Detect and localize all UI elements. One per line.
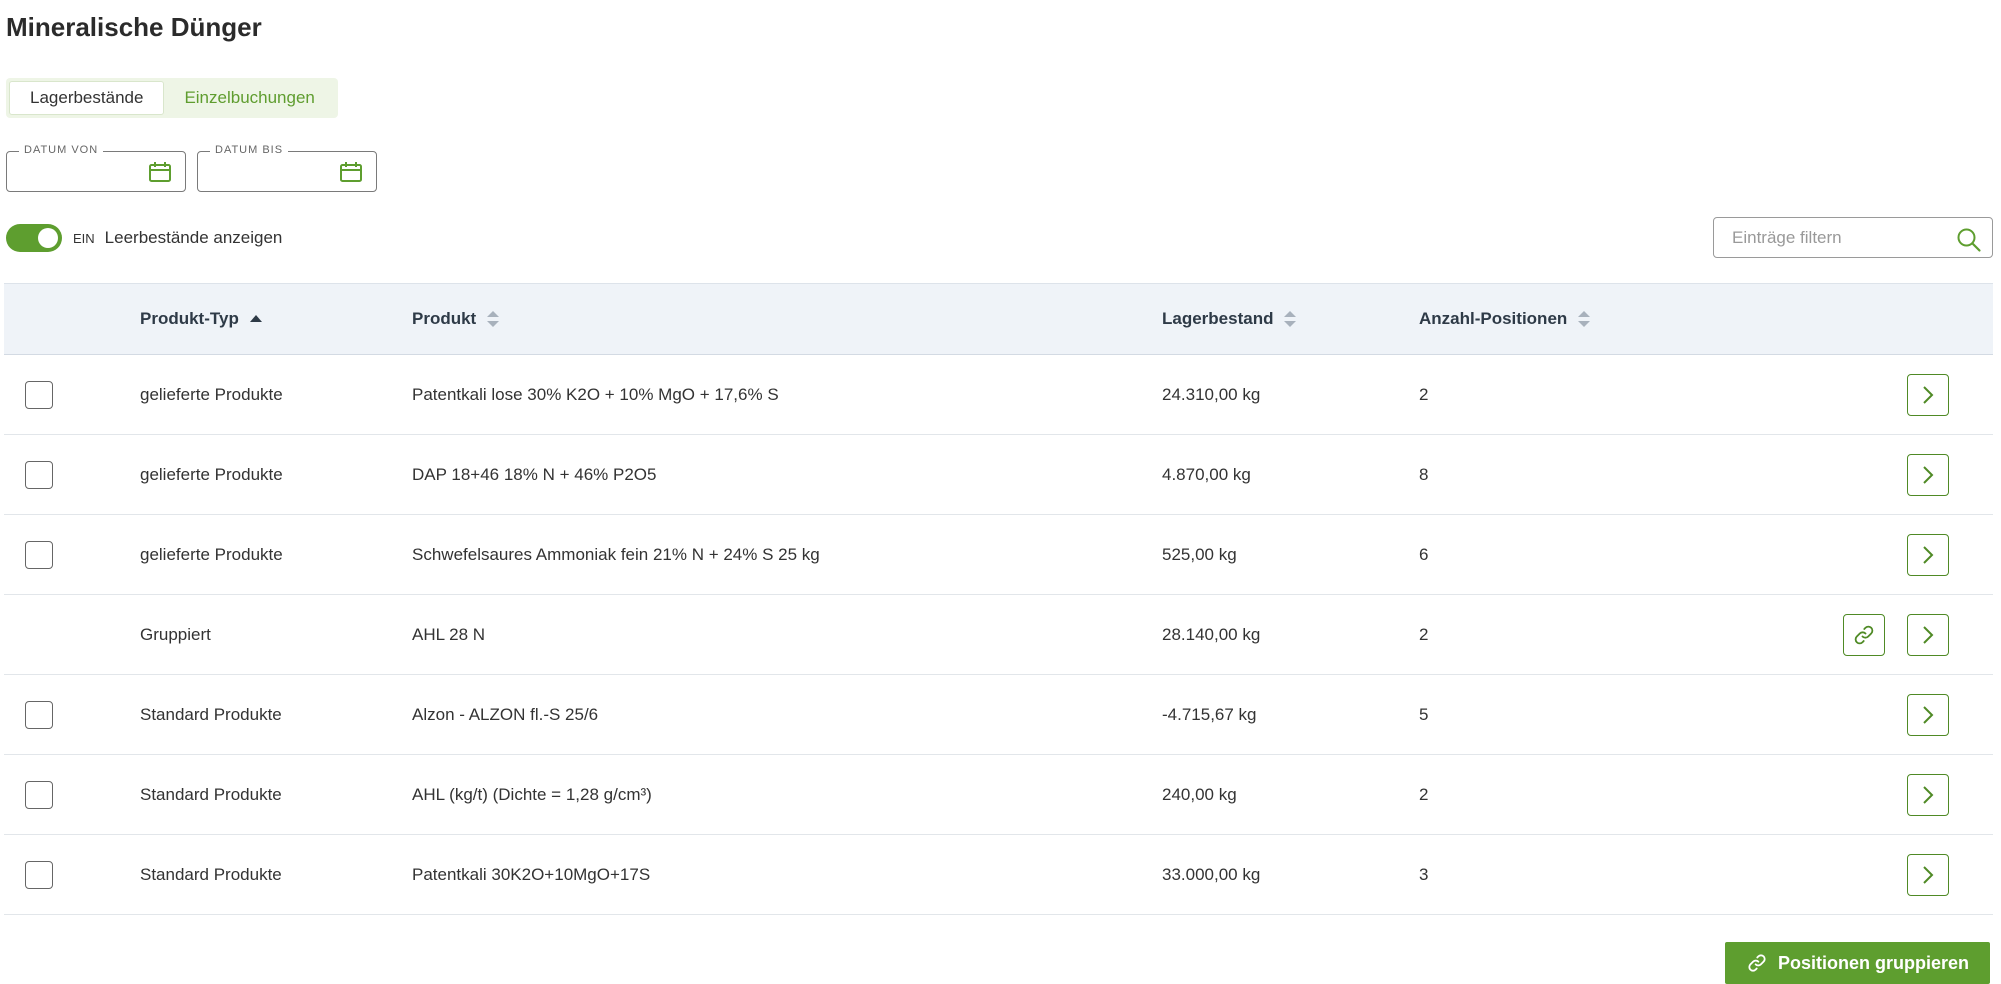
chevron-right-icon	[1923, 866, 1934, 884]
stock-cell: 28.140,00 kg	[1162, 624, 1261, 644]
stock-cell: 240,00 kg	[1162, 784, 1237, 804]
table-row: Standard Produkte Alzon - ALZON fl.-S 25…	[4, 675, 1993, 755]
count-cell: 8	[1419, 464, 1429, 484]
link-icon	[1854, 625, 1874, 645]
stock-table: Produkt-Typ Produkt Lagerbestand Anzahl-…	[4, 283, 1993, 915]
sort-icon	[487, 311, 500, 327]
date-from-label: DATUM VON	[19, 144, 104, 156]
group-positions-button[interactable]: Positionen gruppieren	[1725, 942, 1990, 984]
link-icon	[1748, 954, 1766, 972]
table-row: Standard Produkte AHL (kg/t) (Dichte = 1…	[4, 755, 1993, 835]
open-details-button[interactable]	[1907, 374, 1949, 416]
count-cell: 3	[1419, 864, 1429, 884]
column-label: Lagerbestand	[1162, 309, 1274, 328]
chevron-right-icon	[1923, 546, 1934, 564]
column-header-anzahl-positionen[interactable]: Anzahl-Positionen	[1419, 284, 1591, 354]
product-cell: Patentkali lose 30% K2O + 10% MgO + 17,6…	[412, 384, 779, 404]
view-tabs: Lagerbestände Einzelbuchungen	[6, 78, 338, 118]
count-cell: 5	[1419, 704, 1429, 724]
date-from-field[interactable]: DATUM VON	[6, 144, 186, 192]
open-details-button[interactable]	[1907, 854, 1949, 896]
search-icon[interactable]	[1956, 227, 1982, 258]
row-checkbox[interactable]	[25, 781, 53, 809]
toggle-label: Leerbestände anzeigen	[104, 228, 283, 247]
product-type-cell: gelieferte Produkte	[140, 464, 283, 484]
product-cell: Patentkali 30K2O+10MgO+17S	[412, 864, 651, 884]
product-type-cell: Standard Produkte	[140, 864, 282, 884]
product-cell: DAP 18+46 18% N + 46% P2O5	[412, 464, 657, 484]
empty-stock-toggle[interactable]	[6, 224, 62, 252]
table-row: gelieferte Produkte Schwefelsaures Ammon…	[4, 515, 1993, 595]
stock-cell: 33.000,00 kg	[1162, 864, 1261, 884]
calendar-icon[interactable]	[339, 161, 363, 188]
column-header-produkt[interactable]: Produkt	[412, 284, 500, 354]
open-details-button[interactable]	[1907, 454, 1949, 496]
product-type-cell: gelieferte Produkte	[140, 384, 283, 404]
stock-cell: -4.715,67 kg	[1162, 704, 1257, 724]
page-title: Mineralische Dünger	[6, 12, 262, 42]
product-cell: AHL 28 N	[412, 624, 486, 644]
sort-icon	[1284, 311, 1297, 327]
column-label: Produkt-Typ	[140, 309, 239, 328]
sort-icon	[1578, 311, 1591, 327]
table-row: gelieferte Produkte Patentkali lose 30% …	[4, 355, 1993, 435]
column-header-lagerbestand[interactable]: Lagerbestand	[1162, 284, 1297, 354]
date-to-field[interactable]: DATUM BIS	[197, 144, 377, 192]
open-details-button[interactable]	[1907, 534, 1949, 576]
table-row: gelieferte Produkte DAP 18+46 18% N + 46…	[4, 435, 1993, 515]
group-positions-label: Positionen gruppieren	[1777, 952, 1969, 973]
filter-field	[1713, 217, 1993, 258]
count-cell: 6	[1419, 544, 1429, 564]
open-details-button[interactable]	[1907, 774, 1949, 816]
chevron-right-icon	[1923, 626, 1934, 644]
product-cell: Schwefelsaures Ammoniak fein 21% N + 24%…	[412, 544, 820, 564]
chevron-right-icon	[1923, 386, 1934, 404]
row-checkbox[interactable]	[25, 541, 53, 569]
empty-stock-toggle-row: EIN Leerbestände anzeigen	[6, 224, 282, 252]
row-checkbox[interactable]	[25, 381, 53, 409]
product-type-cell: Gruppiert	[140, 624, 211, 644]
open-details-button[interactable]	[1907, 694, 1949, 736]
date-to-label: DATUM BIS	[210, 144, 289, 156]
product-type-cell: Standard Produkte	[140, 784, 282, 804]
filter-input[interactable]	[1730, 218, 1954, 257]
column-header-produkt-typ[interactable]: Produkt-Typ	[140, 284, 263, 354]
open-details-button[interactable]	[1907, 614, 1949, 656]
stock-cell: 525,00 kg	[1162, 544, 1237, 564]
product-cell: AHL (kg/t) (Dichte = 1,28 g/cm³)	[412, 784, 652, 804]
chevron-right-icon	[1923, 786, 1934, 804]
toggle-state-text: EIN	[73, 230, 95, 246]
column-label: Anzahl-Positionen	[1419, 309, 1568, 328]
stock-cell: 4.870,00 kg	[1162, 464, 1251, 484]
count-cell: 2	[1419, 624, 1429, 644]
ungroup-link-button[interactable]	[1843, 614, 1885, 656]
toggle-knob	[38, 228, 58, 248]
stock-cell: 24.310,00 kg	[1162, 384, 1261, 404]
tab-einzelbuchungen[interactable]: Einzelbuchungen	[164, 81, 334, 115]
row-checkbox[interactable]	[25, 701, 53, 729]
product-type-cell: gelieferte Produkte	[140, 544, 283, 564]
chevron-right-icon	[1923, 706, 1934, 724]
count-cell: 2	[1419, 384, 1429, 404]
row-checkbox[interactable]	[25, 861, 53, 889]
table-row: Standard Produkte Patentkali 30K2O+10MgO…	[4, 835, 1993, 915]
column-label: Produkt	[412, 309, 477, 328]
chevron-right-icon	[1923, 466, 1934, 484]
tab-lagerbestaende[interactable]: Lagerbestände	[9, 81, 165, 115]
sort-asc-icon	[249, 315, 262, 322]
calendar-icon[interactable]	[148, 161, 172, 188]
table-header: Produkt-Typ Produkt Lagerbestand Anzahl-…	[4, 283, 1993, 355]
product-type-cell: Standard Produkte	[140, 704, 282, 724]
table-row: Gruppiert AHL 28 N 28.140,00 kg 2	[4, 595, 1993, 675]
row-checkbox[interactable]	[25, 461, 53, 489]
count-cell: 2	[1419, 784, 1429, 804]
product-cell: Alzon - ALZON fl.-S 25/6	[412, 704, 599, 724]
